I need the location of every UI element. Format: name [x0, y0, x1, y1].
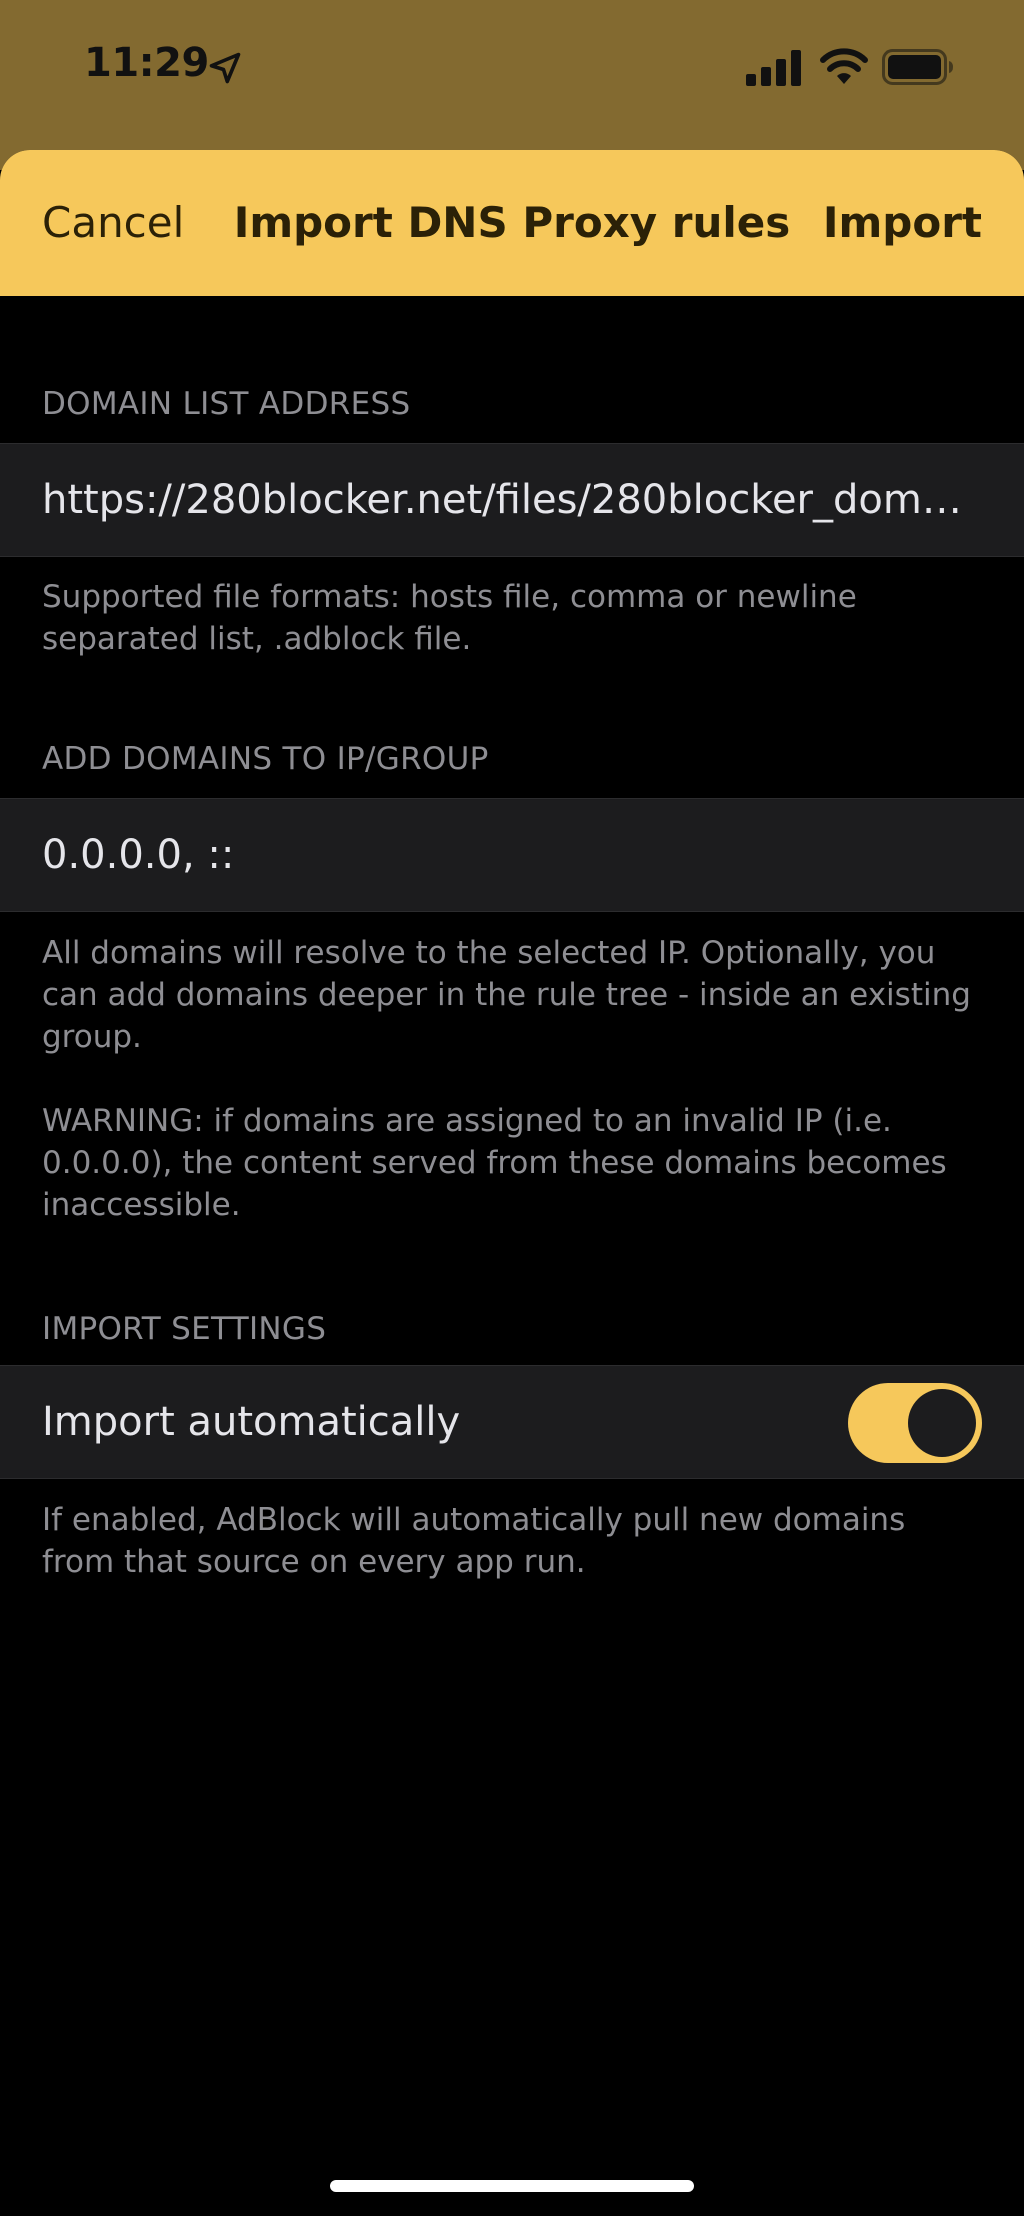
battery-icon — [882, 49, 953, 85]
ip-group-value[interactable]: 0.0.0.0, :: — [42, 799, 982, 911]
cancel-button[interactable]: Cancel — [42, 150, 184, 296]
cellular-signal-icon — [746, 50, 801, 86]
ip-group-header: ADD DOMAINS TO IP/GROUP — [42, 741, 489, 777]
import-sheet: Import DNS Proxy rules Cancel Import DOM… — [0, 150, 1024, 2216]
import-automatically-row: Import automatically — [0, 1365, 1024, 1479]
import-settings-header: IMPORT SETTINGS — [42, 1311, 327, 1347]
import-button[interactable]: Import — [823, 150, 982, 296]
import-automatically-label: Import automatically — [42, 1399, 461, 1445]
domain-list-address-field[interactable]: https://280blocker.net/files/280blocker_… — [0, 443, 1024, 557]
toggle-knob — [908, 1389, 976, 1457]
screen: 11:29 Import DNS Proxy rules Cancel Impo… — [0, 0, 1024, 2216]
status-bar: 11:29 — [0, 0, 1024, 140]
domain-list-header: DOMAIN LIST ADDRESS — [42, 386, 411, 422]
ip-group-field[interactable]: 0.0.0.0, :: — [0, 798, 1024, 912]
domain-list-address-value[interactable]: https://280blocker.net/files/280blocker_… — [42, 444, 982, 556]
import-automatically-toggle[interactable] — [848, 1383, 982, 1463]
home-indicator[interactable] — [330, 2180, 694, 2192]
import-settings-footer: If enabled, AdBlock will automatically p… — [42, 1502, 906, 1580]
navigation-bar: Import DNS Proxy rules Cancel Import — [0, 150, 1024, 296]
ip-group-warning: WARNING: if domains are assigned to an i… — [42, 1103, 947, 1223]
wifi-icon — [820, 48, 868, 84]
status-time: 11:29 — [84, 40, 209, 86]
ip-group-footer: All domains will resolve to the selected… — [42, 935, 971, 1055]
domain-list-footer: Supported file formats: hosts file, comm… — [42, 579, 857, 657]
location-arrow-icon — [209, 52, 241, 84]
